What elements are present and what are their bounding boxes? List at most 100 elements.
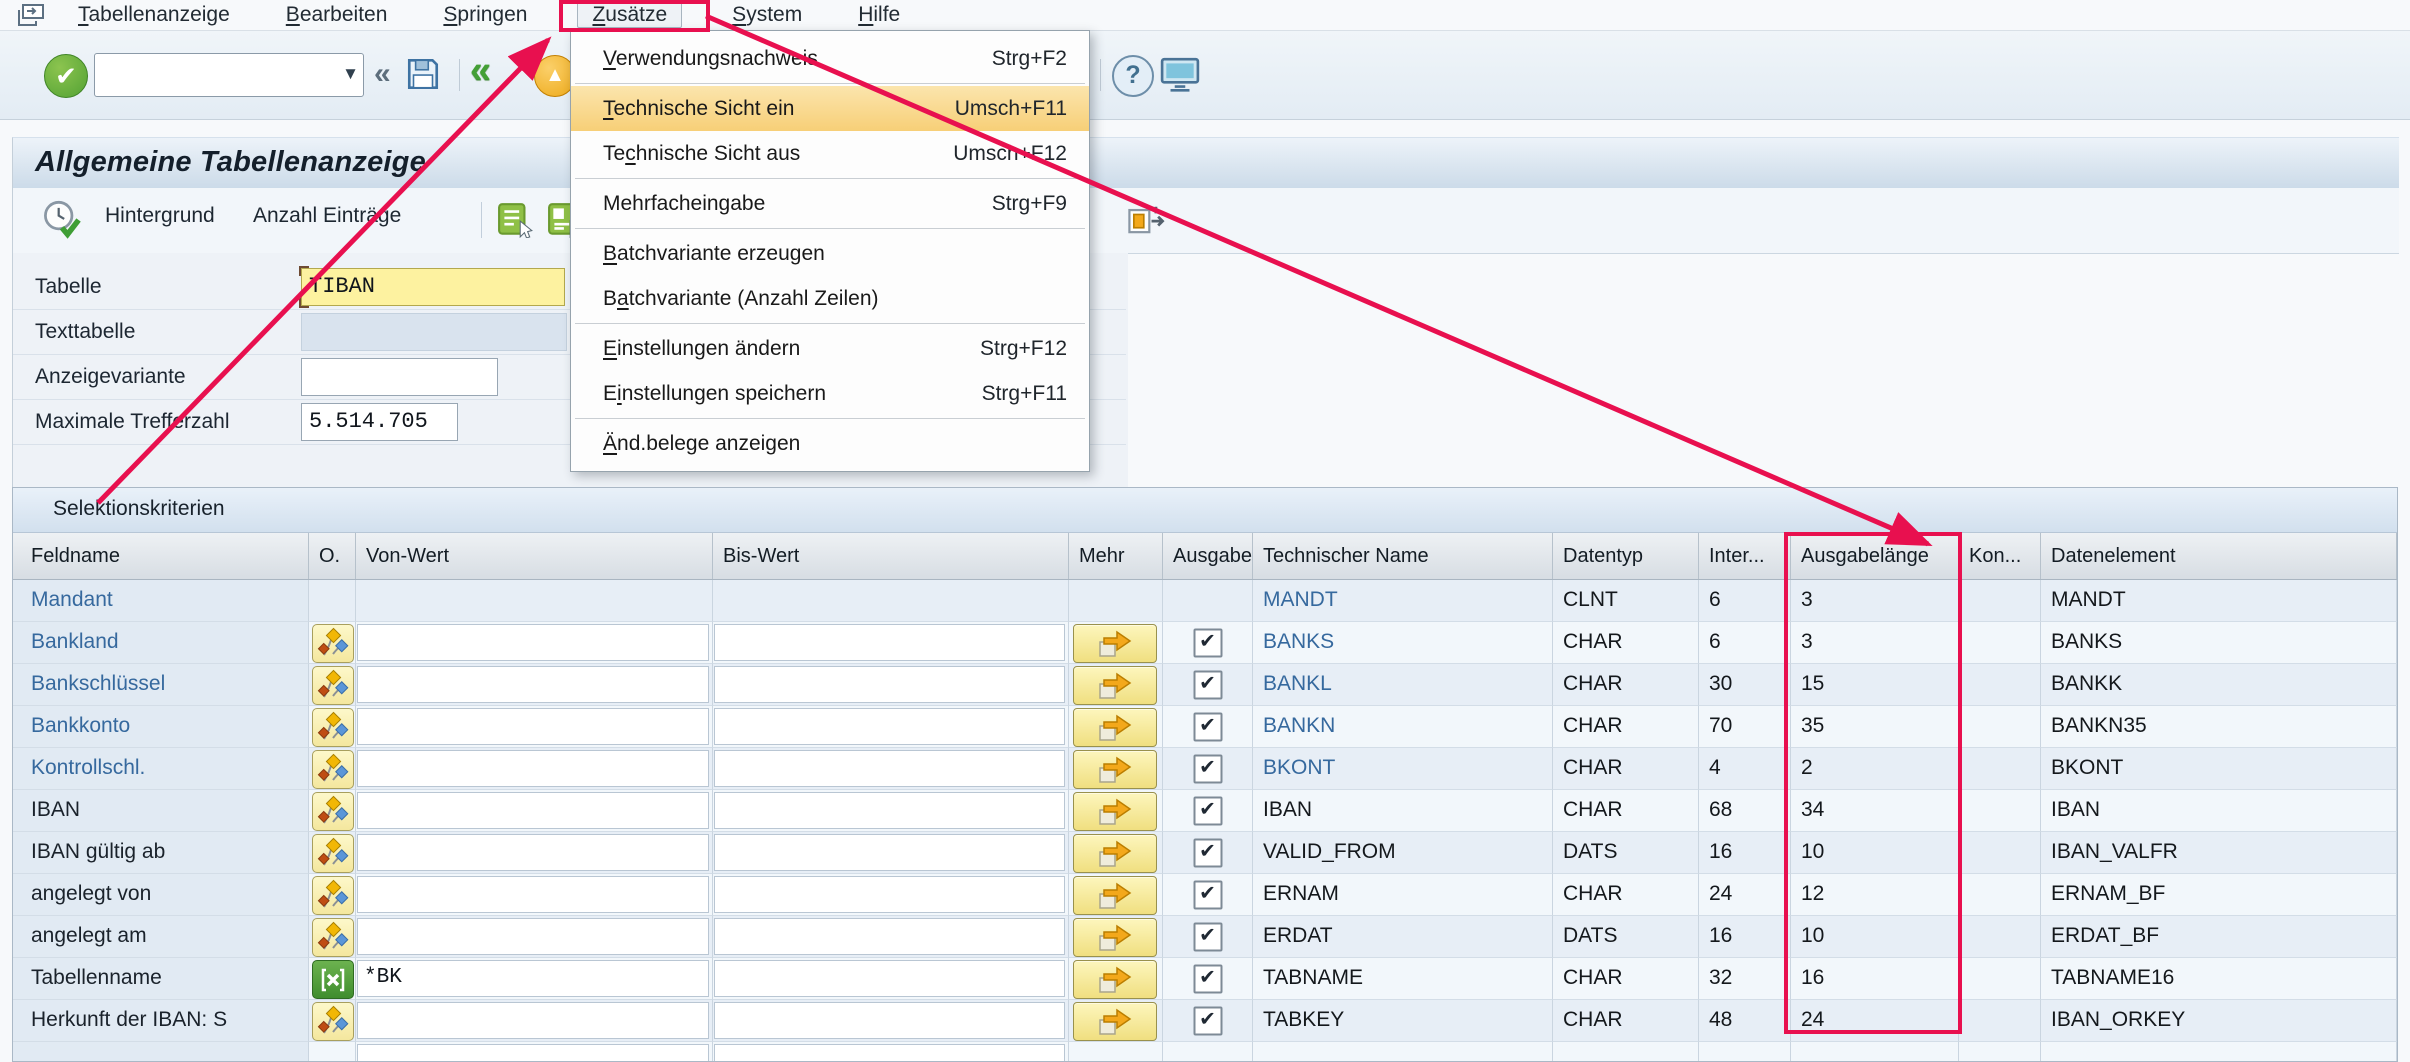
- multi-select-icon[interactable]: [312, 666, 354, 705]
- column-header-Kon...[interactable]: Kon...: [1959, 533, 2041, 579]
- column-header-Datenelement[interactable]: Datenelement: [2041, 533, 2397, 579]
- column-header-O.[interactable]: O.: [309, 533, 356, 579]
- mehr-button[interactable]: [1073, 666, 1157, 705]
- save-icon[interactable]: [404, 55, 442, 98]
- execute-clock-icon[interactable]: [41, 199, 83, 246]
- mehr-button[interactable]: [1073, 918, 1157, 957]
- session-window-icon[interactable]: [16, 2, 46, 33]
- ausgabe-checkbox[interactable]: ✔: [1193, 754, 1222, 783]
- bis-wert-input[interactable]: [714, 666, 1065, 703]
- von-wert-input[interactable]: [357, 1002, 709, 1039]
- von-wert-input[interactable]: [357, 918, 709, 955]
- bis-wert-input[interactable]: [714, 792, 1065, 829]
- ausgabe-checkbox[interactable]: ✔: [1193, 670, 1222, 699]
- trefferzahl-input[interactable]: 5.514.705: [301, 403, 458, 441]
- von-wert-input[interactable]: [357, 750, 709, 787]
- enter-icon[interactable]: ✔: [44, 54, 88, 98]
- mehr-button[interactable]: [1073, 834, 1157, 873]
- list-output-icon[interactable]: [497, 202, 535, 243]
- field-selection-icon[interactable]: [1125, 201, 1167, 244]
- column-header-Ausgabe[interactable]: Ausgabe: [1163, 533, 1253, 579]
- command-dropdown-icon[interactable]: ▼: [342, 64, 359, 84]
- menu-item-Technische Sicht ein[interactable]: Technische Sicht einUmsch+F11: [571, 86, 1089, 131]
- exclude-active-icon[interactable]: [312, 960, 354, 999]
- mehr-button[interactable]: [1073, 750, 1157, 789]
- ausgabe-checkbox[interactable]: ✔: [1193, 922, 1222, 951]
- menu-item-Einstellungen ändern[interactable]: Einstellungen ändernStrg+F12: [571, 326, 1089, 371]
- menubar-item-Tabellenanzeige[interactable]: Tabellenanzeige: [72, 2, 236, 28]
- menubar-item-Hilfe[interactable]: Hilfe: [852, 2, 906, 28]
- multi-select-icon[interactable]: [312, 918, 354, 957]
- multi-select-icon[interactable]: [312, 876, 354, 915]
- multi-select-icon[interactable]: [312, 624, 354, 663]
- menu-item-Änd.belege anzeigen[interactable]: Änd.belege anzeigen: [571, 421, 1089, 466]
- menubar-item-Zusätze[interactable]: Zusätze: [577, 2, 682, 28]
- mehr-button[interactable]: [1073, 876, 1157, 915]
- multi-select-icon[interactable]: [312, 834, 354, 873]
- bis-wert-input[interactable]: [714, 918, 1065, 955]
- menu-item-Technische Sicht aus[interactable]: Technische Sicht ausUmsch+F12: [571, 131, 1089, 176]
- menu-item-Batchvariante erzeugen[interactable]: Batchvariante erzeugen: [571, 231, 1089, 276]
- column-header-Ausgabelänge[interactable]: Ausgabelänge: [1791, 533, 1959, 579]
- column-header-Mehr[interactable]: Mehr: [1069, 533, 1163, 579]
- help-icon[interactable]: ?: [1112, 55, 1154, 97]
- bis-wert-input[interactable]: [714, 708, 1065, 745]
- ausgabe-checkbox[interactable]: ✔: [1193, 964, 1222, 993]
- anzahl-eintraege-button[interactable]: Anzahl Einträge: [253, 204, 401, 228]
- bis-wert-input[interactable]: [714, 1044, 1065, 1062]
- column-header-Inter...[interactable]: Inter...: [1699, 533, 1791, 579]
- von-wert-input[interactable]: [357, 834, 709, 871]
- mehr-button[interactable]: [1073, 708, 1157, 747]
- menubar-item-Bearbeiten[interactable]: Bearbeiten: [280, 2, 394, 28]
- monitor-icon[interactable]: [1160, 57, 1200, 98]
- system-toolbar: ✔ ▼ « « ▲ ?: [0, 31, 2410, 120]
- von-wert-input[interactable]: *BK: [357, 960, 709, 997]
- von-wert-input[interactable]: [357, 708, 709, 745]
- mehr-button[interactable]: [1073, 792, 1157, 831]
- column-header-Technischer Name[interactable]: Technischer Name: [1253, 533, 1553, 579]
- multi-select-icon[interactable]: [312, 1002, 354, 1041]
- von-wert-input[interactable]: [357, 624, 709, 661]
- mehr-button[interactable]: [1073, 1002, 1157, 1041]
- datentyp-cell: CHAR: [1553, 790, 1699, 832]
- bis-wert-input[interactable]: [714, 750, 1065, 787]
- von-wert-input[interactable]: [357, 666, 709, 703]
- tabelle-input[interactable]: TIBAN: [301, 268, 565, 306]
- multi-select-icon[interactable]: [312, 792, 354, 831]
- multi-select-icon[interactable]: [312, 750, 354, 789]
- ausgabe-checkbox[interactable]: ✔: [1193, 796, 1222, 825]
- column-header-Von-Wert[interactable]: Von-Wert: [356, 533, 713, 579]
- anzeigevariante-input[interactable]: [301, 358, 498, 396]
- column-header-Bis-Wert[interactable]: Bis-Wert: [713, 533, 1069, 579]
- menu-item-Einstellungen speichern[interactable]: Einstellungen speichernStrg+F11: [571, 371, 1089, 416]
- ausgabe-checkbox[interactable]: ✔: [1193, 628, 1222, 657]
- menu-item-Batchvariante (Anzahl Zeilen)[interactable]: Batchvariante (Anzahl Zeilen): [571, 276, 1089, 321]
- operator-cell: [309, 916, 356, 958]
- menu-item-Mehrfacheingabe[interactable]: MehrfacheingabeStrg+F9: [571, 181, 1089, 226]
- hintergrund-button[interactable]: Hintergrund: [105, 204, 215, 228]
- menubar-item-System[interactable]: System: [726, 2, 808, 28]
- ausgabe-checkbox[interactable]: ✔: [1193, 712, 1222, 741]
- column-header-Feldname[interactable]: Feldname: [13, 533, 309, 579]
- column-header-Datentyp[interactable]: Datentyp: [1553, 533, 1699, 579]
- von-wert-input[interactable]: [357, 1044, 709, 1062]
- ausgabe-checkbox[interactable]: ✔: [1193, 880, 1222, 909]
- mehr-button[interactable]: [1073, 624, 1157, 663]
- menu-item-Verwendungsnachweis[interactable]: VerwendungsnachweisStrg+F2: [571, 36, 1089, 81]
- ausgabe-checkbox[interactable]: ✔: [1193, 1006, 1222, 1035]
- bis-wert-input[interactable]: [714, 960, 1065, 997]
- command-input[interactable]: [99, 56, 333, 92]
- back-icon[interactable]: «: [470, 49, 491, 92]
- menubar-item-Springen[interactable]: Springen: [437, 2, 533, 28]
- bis-wert-input[interactable]: [714, 834, 1065, 871]
- von-wert-input[interactable]: [357, 876, 709, 913]
- mehr-button[interactable]: [1073, 960, 1157, 999]
- collapse-toolbar-icon[interactable]: «: [374, 57, 391, 91]
- ausgabe-checkbox[interactable]: ✔: [1193, 838, 1222, 867]
- bis-wert-input[interactable]: [714, 1002, 1065, 1039]
- bis-wert-cell: [713, 622, 1069, 664]
- von-wert-input[interactable]: [357, 792, 709, 829]
- multi-select-icon[interactable]: [312, 708, 354, 747]
- bis-wert-input[interactable]: [714, 876, 1065, 913]
- bis-wert-input[interactable]: [714, 624, 1065, 661]
